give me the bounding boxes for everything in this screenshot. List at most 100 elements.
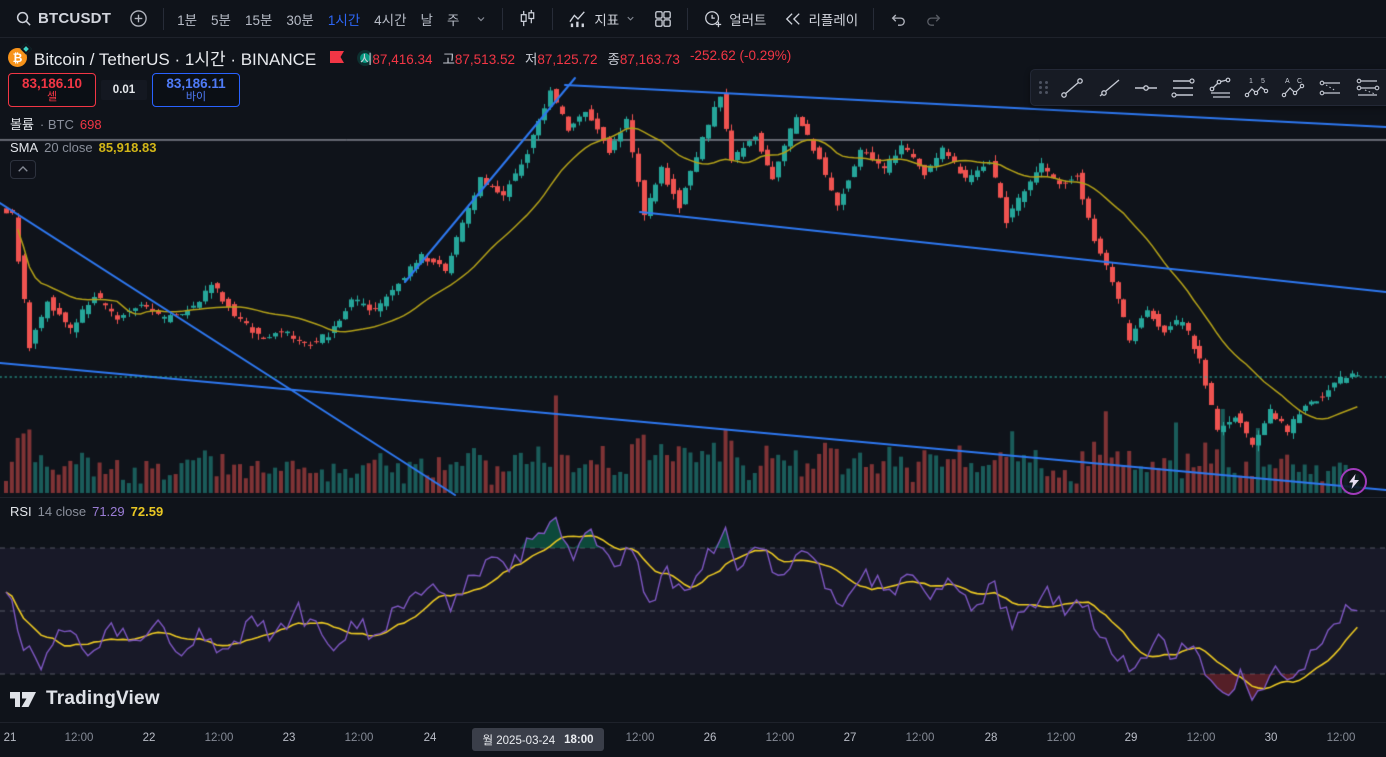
spread-value: 0.01: [101, 80, 147, 100]
bitcoin-logo-icon: ₿: [8, 48, 27, 67]
layout-grid-button[interactable]: [645, 5, 681, 33]
time-tick: 12:00: [1327, 732, 1356, 744]
toolbar-divider: [163, 8, 164, 30]
rsi-legend[interactable]: RSI 14 close 71.29 72.59: [10, 504, 163, 519]
plus-circle-icon: [129, 9, 148, 28]
ray-tool-button[interactable]: [1090, 72, 1127, 103]
time-tick: 12:00: [766, 732, 795, 744]
high-value: 87,513.52: [455, 52, 515, 67]
interval-button-1시간[interactable]: 1시간: [321, 5, 367, 33]
elliott-correction-tool-button[interactable]: A C: [1275, 72, 1312, 103]
redo-icon: [925, 11, 943, 27]
layout-grid-icon: [654, 10, 672, 28]
time-tick: 29: [1125, 732, 1138, 744]
sell-price: 83,186.10: [9, 76, 95, 92]
rsi-value: 71.29: [92, 504, 125, 519]
symbol-search-button[interactable]: BTCUSDT: [6, 5, 120, 33]
sma-value: 85,918.83: [99, 140, 157, 155]
replay-label: 리플레이: [808, 9, 858, 29]
interval-more-button[interactable]: [466, 5, 496, 33]
time-tick: 12:00: [906, 732, 935, 744]
toolbar-divider: [687, 8, 688, 30]
svg-text:1: 1: [1249, 78, 1253, 85]
time-tick: 12:00: [345, 732, 374, 744]
regression-trend-icon: [1355, 76, 1381, 100]
rsi-name: RSI: [10, 504, 32, 519]
indicators-label: 지표: [594, 9, 619, 29]
indicators-icon: [568, 10, 588, 28]
pane-separator[interactable]: [0, 497, 1386, 498]
trend-line-icon: [1059, 76, 1085, 100]
compare-add-button[interactable]: [120, 5, 157, 33]
svg-text:5: 5: [1261, 78, 1265, 85]
top-toolbar: BTCUSDT 1분5분15분30분1시간4시간날주 지표: [0, 0, 1386, 38]
undo-button[interactable]: [880, 5, 916, 33]
tradingview-logo[interactable]: TradingView: [10, 688, 160, 710]
rsi-pane-canvas[interactable]: [0, 497, 1386, 722]
interval-button-날[interactable]: 날: [414, 5, 440, 33]
high-label: 고: [442, 52, 454, 67]
parallel-channel-icon: [1318, 76, 1344, 100]
replay-button[interactable]: 리플레이: [775, 5, 867, 33]
symbol-name: BTCUSDT: [38, 10, 111, 27]
close-label: 종: [607, 52, 619, 67]
flag-icon[interactable]: [329, 50, 345, 65]
time-tick: 12:00: [205, 732, 234, 744]
open-label: 시: [360, 52, 372, 67]
chevron-down-icon: [475, 13, 487, 25]
interval-button-1분[interactable]: 1분: [170, 5, 204, 33]
interval-button-주[interactable]: 주: [440, 5, 466, 33]
fib-retracement-tool-button[interactable]: [1164, 72, 1201, 103]
fib-retracement-icon: [1170, 76, 1196, 100]
rsi-params: 14 close: [38, 504, 86, 519]
time-tick: 26: [704, 732, 717, 744]
legend-collapse-button[interactable]: [10, 160, 36, 179]
horizontal-line-tool-button[interactable]: [1127, 72, 1164, 103]
parallel-channel-tool-button[interactable]: [1312, 72, 1349, 103]
time-tick: 24: [424, 732, 437, 744]
toolbar-divider: [552, 8, 553, 30]
elliott-impulse-tool-button[interactable]: 1 5: [1238, 72, 1275, 103]
interval-button-group: 1분5분15분30분1시간4시간날주: [170, 5, 466, 33]
time-tick: 12:00: [626, 732, 655, 744]
search-icon: [15, 10, 32, 27]
toolbar-divider: [873, 8, 874, 30]
time-tick: 23: [283, 732, 296, 744]
time-tick: 12:00: [65, 732, 94, 744]
time-tick: 27: [844, 732, 857, 744]
sell-button[interactable]: 83,186.10 셀: [8, 73, 96, 107]
instant-order-button[interactable]: [1340, 468, 1367, 495]
interval-button-30분[interactable]: 30분: [279, 5, 320, 33]
volume-sub-label: · BTC: [40, 117, 74, 132]
open-value: 87,416.34: [372, 52, 432, 67]
buy-button[interactable]: 83,186.11 바이: [152, 73, 240, 107]
interval-button-4시간[interactable]: 4시간: [367, 5, 413, 33]
undo-icon: [889, 11, 907, 27]
drag-handle[interactable]: [1035, 81, 1053, 94]
trend-line-tool-button[interactable]: [1053, 72, 1090, 103]
pitchfork-tool-button[interactable]: [1201, 72, 1238, 103]
chart-style-button[interactable]: [509, 5, 546, 33]
pitchfork-icon: [1207, 76, 1233, 100]
chevron-down-icon: [625, 13, 636, 24]
redo-button[interactable]: [916, 5, 952, 33]
time-tick: 21: [4, 732, 17, 744]
time-axis[interactable]: 월 2025-03-24 18:00 2112:002212:002312:00…: [0, 722, 1386, 757]
low-label: 저: [525, 52, 537, 67]
symbol-legend[interactable]: ₿ Bitcoin / TetherUS · 1시간 · BINANCE: [8, 45, 370, 70]
volume-legend[interactable]: 볼륨 · BTC 698: [10, 114, 102, 133]
time-tick: 28: [985, 732, 998, 744]
alert-clock-icon: [703, 9, 723, 29]
interval-button-15분[interactable]: 15분: [238, 5, 279, 33]
sma-params: 20 close: [44, 140, 92, 155]
sma-legend[interactable]: SMA 20 close 85,918.83: [10, 140, 156, 155]
alert-button[interactable]: 얼러트: [694, 5, 775, 33]
lightning-icon: [1348, 474, 1360, 489]
buy-price: 83,186.11: [153, 76, 239, 92]
horizontal-line-icon: [1133, 76, 1159, 100]
indicators-button[interactable]: 지표: [559, 5, 645, 33]
interval-button-5분[interactable]: 5분: [204, 5, 238, 33]
time-tick: 12:00: [1187, 732, 1216, 744]
regression-trend-tool-button[interactable]: [1349, 72, 1386, 103]
alert-label: 얼러트: [729, 9, 766, 29]
